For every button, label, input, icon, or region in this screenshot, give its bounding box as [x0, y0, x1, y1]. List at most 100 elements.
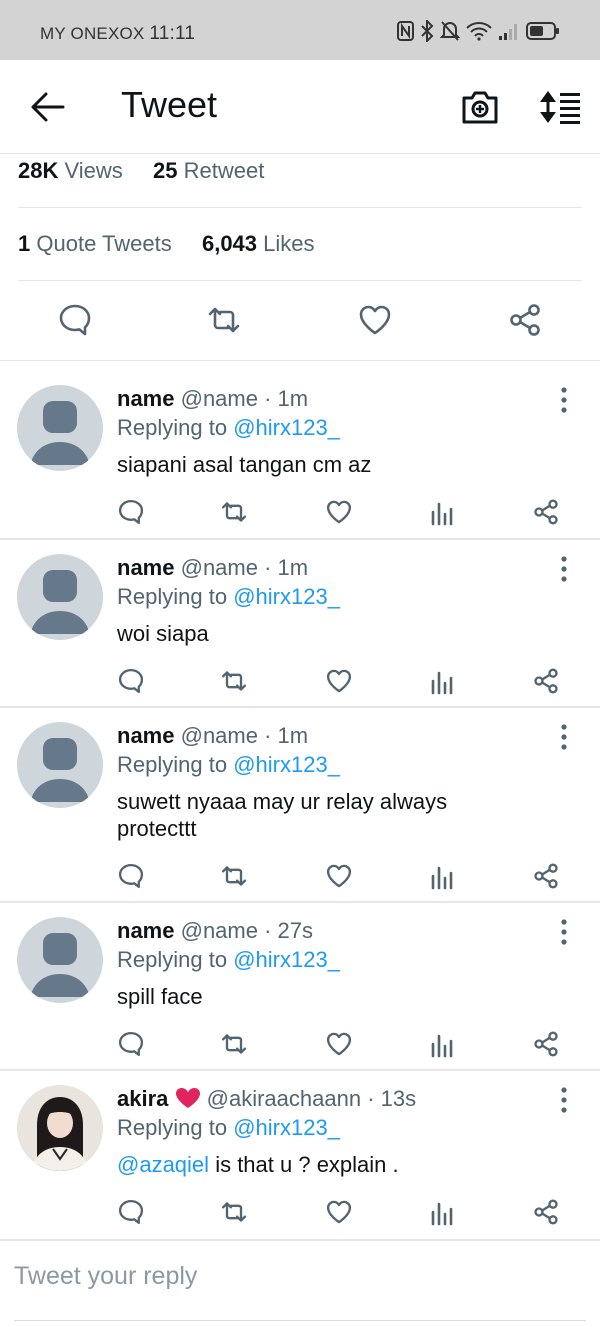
reply-input-underline — [14, 1320, 586, 1321]
more-options-button[interactable] — [554, 556, 574, 582]
display-name[interactable]: name — [117, 918, 174, 943]
reply-item[interactable]: name @name · 27s Replying to @hirx123_ s… — [0, 903, 600, 1071]
reply-meta: name @name · 1m — [117, 723, 308, 749]
timestamp: · 13s — [367, 1086, 417, 1111]
retweet-count[interactable]: 25 — [153, 158, 177, 183]
analytics-button[interactable] — [429, 862, 457, 890]
user-handle[interactable]: @name — [181, 555, 258, 580]
comment-icon — [118, 499, 144, 525]
like-button[interactable] — [357, 302, 393, 338]
replying-to-handle[interactable]: @hirx123_ — [233, 415, 340, 440]
more-options-button[interactable] — [554, 1087, 574, 1113]
back-arrow-icon — [31, 92, 65, 122]
likes-count[interactable]: 6,043 — [202, 231, 257, 256]
retweet-button[interactable] — [220, 1198, 248, 1226]
share-button[interactable] — [532, 862, 560, 890]
analytics-button[interactable] — [429, 498, 457, 526]
reply-body: siapani asal tangan cm az — [117, 452, 372, 477]
more-options-button[interactable] — [554, 919, 574, 945]
avatar[interactable] — [17, 385, 103, 471]
share-button[interactable] — [532, 667, 560, 695]
reply-button[interactable] — [117, 1030, 145, 1058]
reply-button[interactable] — [117, 1198, 145, 1226]
quote-label[interactable]: Quote Tweets — [36, 231, 171, 256]
reply-button[interactable] — [117, 667, 145, 695]
more-options-button[interactable] — [554, 387, 574, 413]
retweet-button[interactable] — [206, 302, 242, 338]
avatar[interactable] — [17, 917, 103, 1003]
display-name[interactable]: akira — [117, 1086, 168, 1111]
default-avatar-icon — [30, 738, 90, 802]
replying-to: Replying to @hirx123_ — [117, 415, 340, 441]
share-button[interactable] — [532, 498, 560, 526]
share-button[interactable] — [507, 302, 543, 338]
analytics-button[interactable] — [429, 667, 457, 695]
user-handle[interactable]: @akiraachaann — [207, 1086, 361, 1111]
retweet-button[interactable] — [220, 498, 248, 526]
user-handle[interactable]: @name — [181, 723, 258, 748]
avatar[interactable] — [17, 1085, 103, 1171]
display-name[interactable]: name — [117, 555, 174, 580]
retweet-label[interactable]: Retweet — [184, 158, 265, 183]
reply-text: suwett nyaaa may ur relay always protect… — [117, 788, 517, 842]
analytics-button[interactable] — [429, 1030, 457, 1058]
display-name[interactable]: name — [117, 386, 174, 411]
default-avatar-icon — [30, 401, 90, 465]
like-button[interactable] — [325, 667, 353, 695]
views-label: Views — [64, 158, 123, 183]
reply-input[interactable]: Tweet your reply — [14, 1262, 197, 1291]
reply-item[interactable]: akira @akiraachaann · 13s Replying to @h… — [0, 1071, 600, 1241]
retweet-button[interactable] — [220, 1030, 248, 1058]
share-button[interactable] — [532, 1198, 560, 1226]
reply-button[interactable] — [57, 302, 93, 338]
sort-button[interactable] — [538, 88, 582, 126]
display-name[interactable]: name — [117, 723, 174, 748]
reply-item[interactable]: name @name · 1m Replying to @hirx123_ su… — [0, 708, 600, 903]
reply-item[interactable]: name @name · 1m Replying to @hirx123_ wo… — [0, 540, 600, 708]
like-button[interactable] — [325, 1030, 353, 1058]
more-vertical-icon — [561, 919, 567, 945]
sort-icon — [540, 91, 580, 124]
back-button[interactable] — [28, 90, 66, 124]
share-button[interactable] — [532, 1030, 560, 1058]
reply-text: siapani asal tangan cm az — [117, 451, 557, 478]
comment-icon — [118, 863, 144, 889]
avatar[interactable] — [17, 554, 103, 640]
retweet-icon — [221, 866, 247, 886]
like-button[interactable] — [325, 1198, 353, 1226]
avatar[interactable] — [17, 722, 103, 808]
user-handle[interactable]: @name — [181, 386, 258, 411]
replying-to-handle[interactable]: @hirx123_ — [233, 1115, 340, 1140]
retweet-button[interactable] — [220, 667, 248, 695]
clock: 11:11 — [149, 23, 196, 44]
mute-icon — [440, 20, 460, 42]
reply-button[interactable] — [117, 498, 145, 526]
reply-button[interactable] — [117, 862, 145, 890]
likes-label[interactable]: Likes — [263, 231, 314, 256]
more-vertical-icon — [561, 387, 567, 413]
replying-to-handle[interactable]: @hirx123_ — [233, 947, 340, 972]
reply-meta: akira @akiraachaann · 13s — [117, 1086, 416, 1112]
comment-icon — [118, 668, 144, 694]
timestamp: · 1m — [264, 386, 309, 411]
mention-link[interactable]: @azaqiel — [117, 1152, 209, 1177]
like-button[interactable] — [325, 862, 353, 890]
replying-to-handle[interactable]: @hirx123_ — [233, 584, 340, 609]
replying-label: Replying to — [117, 947, 228, 972]
system-icons — [397, 20, 560, 42]
more-options-button[interactable] — [554, 724, 574, 750]
analytics-button[interactable] — [429, 1198, 457, 1226]
user-handle[interactable]: @name — [181, 918, 258, 943]
like-button[interactable] — [325, 498, 353, 526]
comment-icon — [118, 1031, 144, 1057]
quote-count[interactable]: 1 — [18, 231, 30, 256]
reply-meta: name @name · 27s — [117, 918, 313, 944]
replying-label: Replying to — [117, 1115, 228, 1140]
replying-to-handle[interactable]: @hirx123_ — [233, 752, 340, 777]
reply-item[interactable]: name @name · 1m Replying to @hirx123_ si… — [0, 361, 600, 540]
retweet-button[interactable] — [220, 862, 248, 890]
more-vertical-icon — [561, 724, 567, 750]
camera-button[interactable] — [460, 88, 500, 126]
heart-icon — [326, 1032, 352, 1056]
reply-body: is that u ? explain . — [215, 1152, 399, 1177]
